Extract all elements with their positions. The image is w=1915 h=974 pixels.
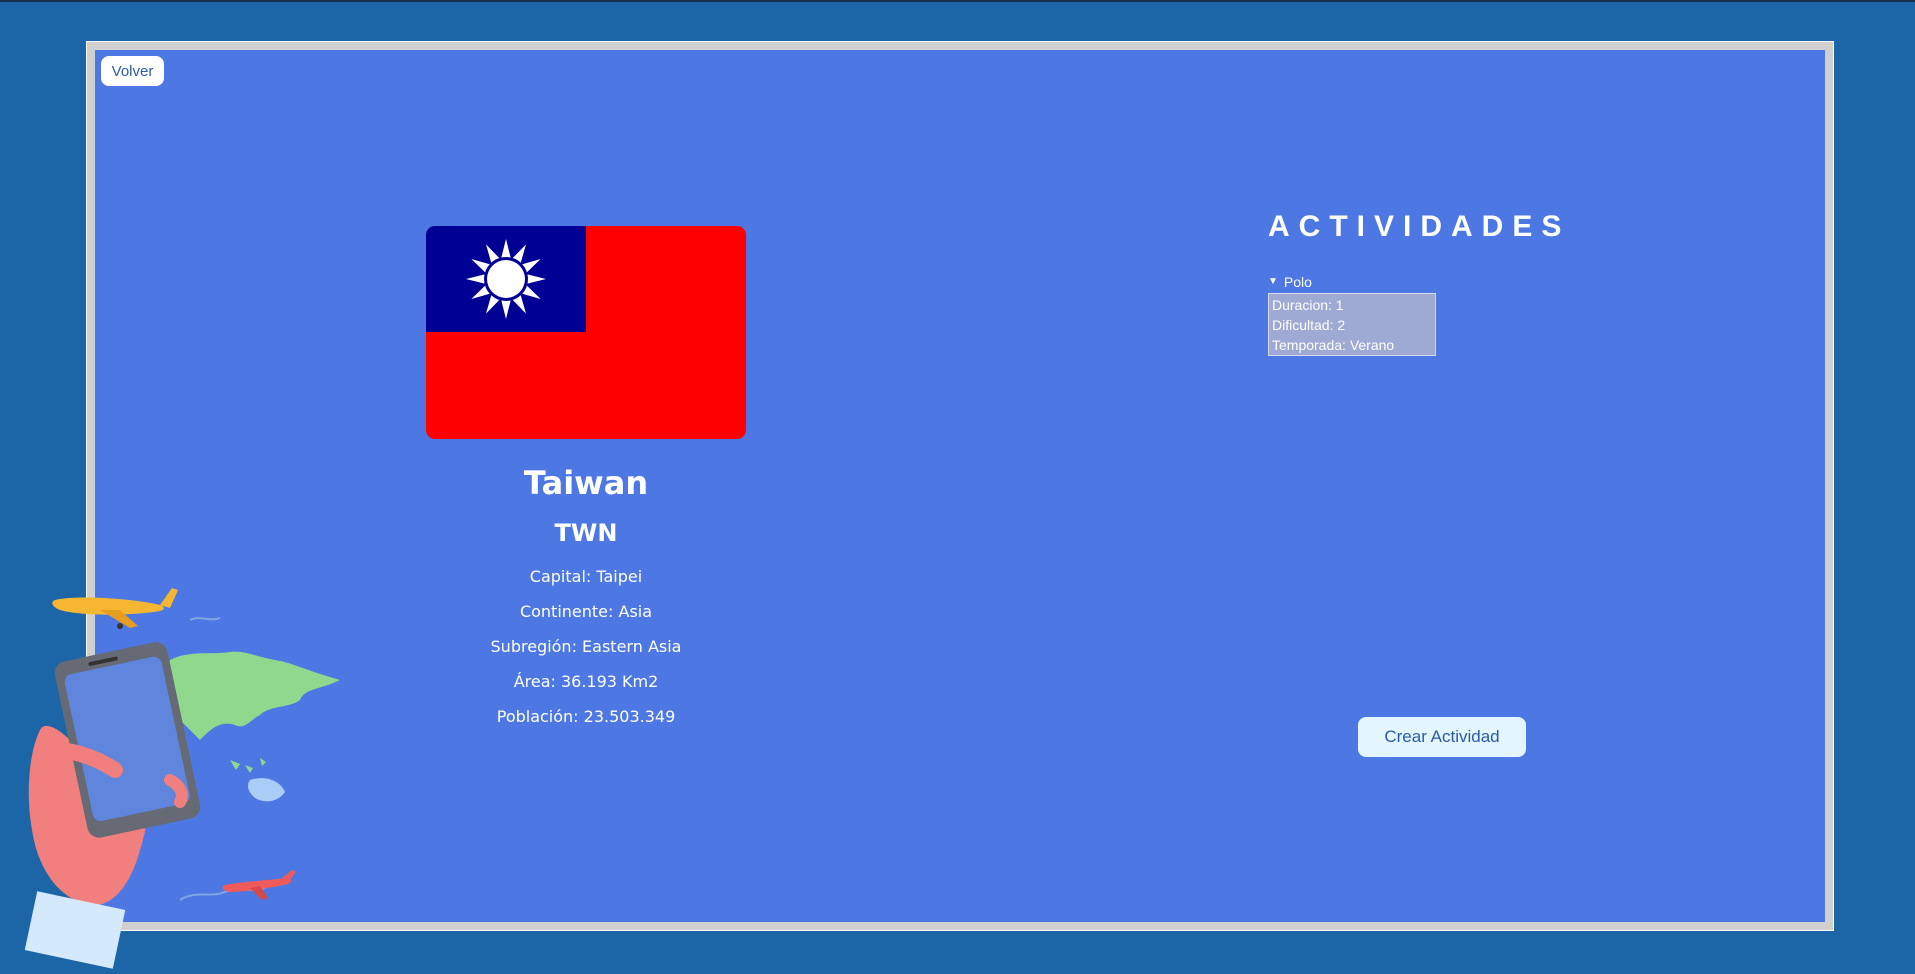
population-text: Población: 23.503.349: [496, 707, 676, 726]
triangle-down-icon: ▼: [1268, 276, 1278, 287]
top-border: [0, 0, 1915, 2]
phone-world-map-illustration: [24, 588, 340, 969]
create-activity-button[interactable]: Crear Actividad: [1358, 717, 1526, 757]
taiwan-flag-image: [426, 226, 746, 439]
back-button[interactable]: Volver: [101, 56, 164, 86]
airplane-icon: [222, 870, 296, 900]
activities-heading: ACTIVIDADES: [1268, 210, 1571, 243]
country-flag: [426, 226, 746, 439]
continent-text: Continente: Asia: [519, 602, 653, 621]
activity-name: Polo: [1283, 274, 1312, 290]
area-text: Área: 36.193 Km2: [513, 672, 659, 691]
airplane-icon: [52, 588, 178, 629]
country-name: Taiwan: [523, 464, 649, 502]
activity-item: ▼ Polo Duracion: 1 Dificultad: 2 Tempora…: [1268, 273, 1436, 356]
capital-text: Capital: Taipei: [529, 567, 643, 586]
activity-season: Temporada: Verano: [1272, 337, 1395, 353]
country-info: Taiwan TWN Capital: Taipei Continente: A…: [426, 458, 746, 734]
country-code: TWN: [554, 519, 618, 547]
activity-toggle[interactable]: ▼ Polo: [1268, 273, 1436, 291]
travel-illustration: [20, 580, 360, 970]
subregion-text: Subregión: Eastern Asia: [490, 637, 682, 656]
activity-difficulty: Dificultad: 2: [1272, 317, 1346, 333]
activity-details: Duracion: 1 Dificultad: 2 Temporada: Ver…: [1268, 293, 1436, 356]
activity-duration: Duracion: 1: [1272, 297, 1344, 313]
